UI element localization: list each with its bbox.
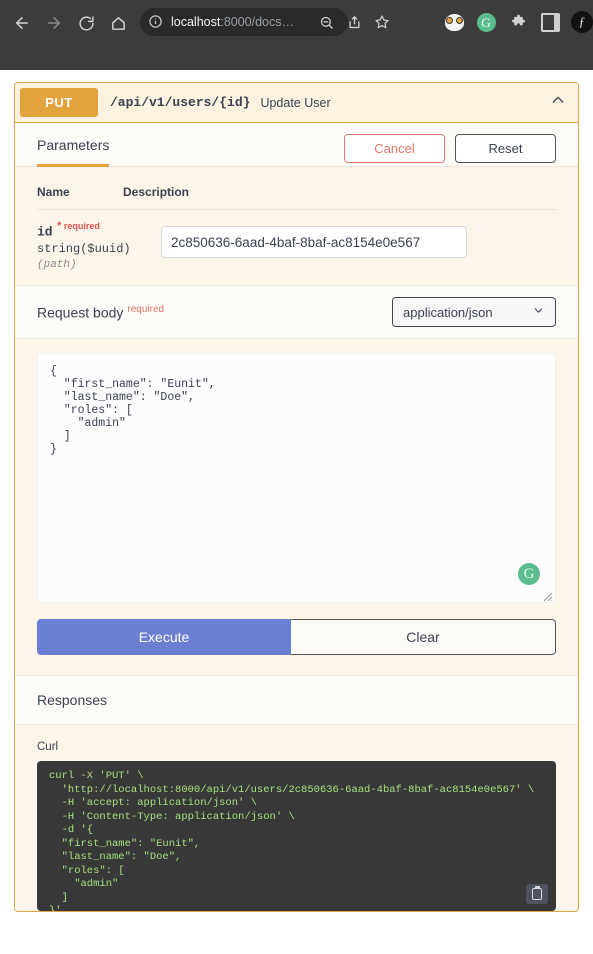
parameters-tab-row: Parameters Cancel Reset	[15, 123, 578, 167]
required-text: required	[63, 221, 100, 231]
chevron-up-icon[interactable]	[550, 92, 566, 113]
request-body-header: Request body required application/json	[15, 285, 578, 340]
curl-label: Curl	[37, 741, 59, 754]
table-row: id * required string($uuid) (path)	[37, 210, 556, 271]
grammarly-extension-icon[interactable]: G	[472, 8, 500, 36]
avatar-glyph: ƒ	[571, 11, 593, 33]
home-button[interactable]	[102, 7, 134, 39]
parameter-location: (path)	[37, 259, 77, 272]
url-host: localhost	[171, 15, 221, 29]
reload-button[interactable]	[70, 7, 102, 39]
forward-button[interactable]	[38, 7, 70, 39]
request-body-textarea[interactable]: { "first_name": "Eunit", "last_name": "D…	[37, 353, 556, 604]
request-body-editor-area: { "first_name": "Eunit", "last_name": "D…	[15, 339, 578, 620]
execute-button[interactable]: Execute	[37, 619, 291, 656]
parameters-table: Name Description id * required string($u…	[15, 167, 578, 286]
chevron-down-icon	[532, 304, 545, 320]
clear-button[interactable]: Clear	[291, 619, 556, 656]
copy-to-clipboard-button[interactable]	[526, 884, 548, 905]
required-star: *	[57, 220, 62, 232]
zoom-out-icon[interactable]	[312, 8, 340, 36]
operation-summary-text: Update User	[260, 95, 331, 110]
parameter-meta: id * required string($uuid) (path)	[37, 220, 131, 272]
parameters-table-header: Name Description	[37, 185, 556, 210]
request-body-label: Request body	[37, 304, 124, 321]
tab-action-buttons: Cancel Reset	[344, 134, 556, 163]
browser-toolbar: localhost:8000/docs… G ƒ	[0, 0, 593, 70]
id-input[interactable]	[161, 226, 467, 258]
request-body-required: required	[127, 304, 165, 315]
operation-summary[interactable]: PUT /api/v1/users/{id} Update User	[15, 83, 578, 123]
back-button[interactable]	[6, 7, 38, 39]
content-type-select[interactable]: application/json	[392, 297, 556, 328]
operation-body: Parameters Cancel Reset Name Description…	[15, 123, 578, 912]
operation-block-put-update-user: PUT /api/v1/users/{id} Update User Param…	[14, 82, 579, 913]
extensions-puzzle-icon[interactable]	[504, 8, 532, 36]
navigation-buttons	[6, 7, 134, 39]
clipboard-copy-icon	[532, 886, 542, 901]
required-marker: * required	[57, 220, 100, 232]
grammarly-glyph: G	[476, 12, 496, 32]
request-body-title: Request body required	[37, 304, 164, 321]
parameter-name-line: id * required	[37, 220, 123, 240]
tab-parameters[interactable]: Parameters	[37, 137, 110, 167]
omnibox-actions	[312, 8, 396, 36]
content-type-value: application/json	[403, 304, 493, 320]
extension-icons: G ƒ	[440, 8, 593, 36]
site-info-icon[interactable]	[148, 14, 164, 30]
side-panel-icon[interactable]	[536, 8, 564, 36]
reset-button[interactable]: Reset	[455, 134, 556, 163]
address-bar-url: localhost:8000/docs…	[171, 15, 294, 29]
curl-command-block[interactable]: curl -X 'PUT' \ 'http://localhost:8000/a…	[37, 761, 556, 912]
column-header-description: Description	[123, 185, 190, 199]
bookmark-star-icon[interactable]	[368, 8, 396, 36]
owl-extension-icon[interactable]	[440, 8, 468, 36]
parameter-type: string($uuid)	[37, 242, 131, 257]
operation-path: /api/v1/users/{id}	[110, 95, 251, 110]
curl-area: Curl curl -X 'PUT' \ 'http://localhost:8…	[15, 725, 578, 912]
column-header-name: Name	[37, 185, 70, 199]
cancel-button[interactable]: Cancel	[344, 134, 445, 163]
share-icon[interactable]	[340, 8, 368, 36]
http-method-badge: PUT	[20, 88, 98, 117]
url-path: :8000/docs…	[220, 15, 295, 29]
resize-grip-icon[interactable]	[543, 589, 553, 602]
parameter-name: id	[37, 224, 53, 240]
page-content: PUT /api/v1/users/{id} Update User Param…	[0, 70, 593, 954]
profile-avatar[interactable]: ƒ	[568, 8, 593, 36]
execute-row: Execute Clear	[15, 619, 578, 676]
responses-header: Responses	[15, 675, 578, 726]
